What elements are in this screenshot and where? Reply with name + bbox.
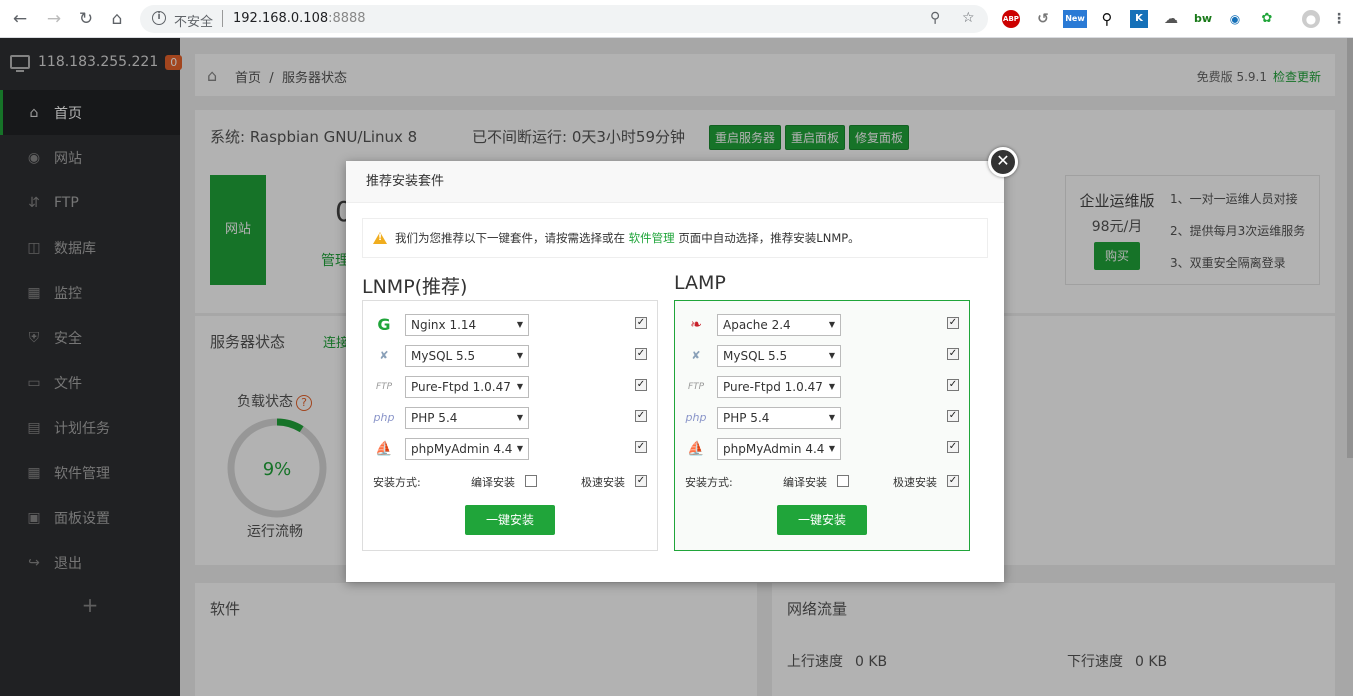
address-bar[interactable]: i 不安全 192.168.0.108:8888 ⚲ ☆ bbox=[140, 5, 988, 33]
phpmyadmin-icon: ⛵ bbox=[687, 441, 705, 457]
lamp-row-phpmyadmin: ⛵ phpMyAdmin 4.4 ▼ ✓ bbox=[685, 438, 961, 460]
nginx-icon: G bbox=[377, 315, 391, 334]
notice-text-after: 页面中自动选择，推荐安装LNMP。 bbox=[678, 231, 860, 245]
apache-version-select[interactable]: Apache 2.4 ▼ bbox=[717, 314, 841, 336]
install-suite-dialog: 推荐安装套件 ! 我们为您推荐以下一键套件，请按需选择或在 软件管理 页面中自动选… bbox=[346, 161, 1004, 582]
home-icon[interactable]: ⌂ bbox=[107, 9, 127, 29]
lamp-panel[interactable]: ❧ Apache 2.4 ▼ ✓ ✘ MySQL 5.5 ▼ ✓ FTP Pure-… bbox=[674, 300, 970, 551]
mysql-checkbox[interactable]: ✓ bbox=[947, 348, 959, 360]
php-icon: php bbox=[373, 411, 395, 424]
key-icon[interactable]: ⚲ bbox=[930, 10, 940, 26]
fast-install-label: 极速安装 bbox=[581, 476, 625, 489]
ftp-checkbox[interactable]: ✓ bbox=[635, 379, 647, 391]
lnmp-row-web: G Nginx 1.14 ▼ ✓ bbox=[373, 314, 649, 336]
install-mode-label: 安装方式: bbox=[373, 476, 421, 489]
translate-icon[interactable]: ◉ bbox=[1226, 10, 1244, 28]
dialog-title: 推荐安装套件 bbox=[346, 161, 1004, 203]
fast-install-checkbox[interactable]: ✓ bbox=[947, 475, 959, 487]
php-icon: php bbox=[685, 411, 707, 424]
lamp-row-mysql: ✘ MySQL 5.5 ▼ ✓ bbox=[685, 345, 961, 367]
forward-arrow-icon[interactable]: → bbox=[44, 9, 64, 29]
news-extension-icon[interactable]: New bbox=[1063, 10, 1087, 28]
install-mode: 安装方式: 编译安装 极速安装 ✓ bbox=[373, 474, 649, 490]
mysql-version-select[interactable]: MySQL 5.5 ▼ bbox=[717, 345, 841, 367]
notice-text-before: 我们为您推荐以下一键套件，请按需选择或在 bbox=[395, 231, 625, 245]
apache-icon: ❧ bbox=[690, 317, 702, 333]
search-icon[interactable]: ⚲ bbox=[1098, 10, 1116, 28]
evernote-icon[interactable]: ✿ bbox=[1258, 10, 1276, 28]
ftp-version-select[interactable]: Pure-Ftpd 1.0.47 ▼ bbox=[405, 376, 529, 398]
nginx-checkbox[interactable]: ✓ bbox=[635, 317, 647, 329]
fast-install-checkbox[interactable]: ✓ bbox=[635, 475, 647, 487]
lnmp-row-mysql: ✘ MySQL 5.5 ▼ ✓ bbox=[373, 345, 649, 367]
cloud-icon[interactable]: ☁ bbox=[1162, 10, 1180, 28]
phpmyadmin-checkbox[interactable]: ✓ bbox=[635, 441, 647, 453]
lamp-row-web: ❧ Apache 2.4 ▼ ✓ bbox=[685, 314, 961, 336]
divider bbox=[222, 10, 223, 27]
close-dialog-icon[interactable]: ✕ bbox=[988, 147, 1018, 177]
nginx-version-select[interactable]: Nginx 1.14 ▼ bbox=[405, 314, 529, 336]
software-manage-link[interactable]: 软件管理 bbox=[629, 231, 675, 245]
lnmp-install-button[interactable]: 一键安装 bbox=[465, 505, 555, 535]
lnmp-row-php: php PHP 5.4 ▼ ✓ bbox=[373, 407, 649, 429]
phpmyadmin-version-select[interactable]: phpMyAdmin 4.4 ▼ bbox=[405, 438, 529, 460]
ftp-checkbox[interactable]: ✓ bbox=[947, 379, 959, 391]
profile-avatar-icon[interactable]: ● bbox=[1302, 10, 1320, 28]
lnmp-title: LNMP(推荐) bbox=[362, 276, 468, 298]
recommend-notice: ! 我们为您推荐以下一键套件，请按需选择或在 软件管理 页面中自动选择，推荐安装L… bbox=[362, 218, 988, 258]
lnmp-row-ftp: FTP Pure-Ftpd 1.0.47 ▼ ✓ bbox=[373, 376, 649, 398]
star-icon[interactable]: ☆ bbox=[962, 10, 975, 26]
mysql-checkbox[interactable]: ✓ bbox=[635, 348, 647, 360]
install-mode: 安装方式: 编译安装 极速安装 ✓ bbox=[685, 474, 961, 490]
compile-install-checkbox[interactable] bbox=[837, 475, 849, 487]
ftp-version-select[interactable]: Pure-Ftpd 1.0.47 ▼ bbox=[717, 376, 841, 398]
info-icon[interactable]: i bbox=[152, 11, 166, 25]
compile-install-checkbox[interactable] bbox=[525, 475, 537, 487]
lnmp-row-phpmyadmin: ⛵ phpMyAdmin 4.4 ▼ ✓ bbox=[373, 438, 649, 460]
history-icon[interactable]: ↺ bbox=[1034, 10, 1052, 28]
phpmyadmin-icon: ⛵ bbox=[375, 441, 393, 457]
php-version-select[interactable]: PHP 5.4 ▼ bbox=[405, 407, 529, 429]
lamp-row-php: php PHP 5.4 ▼ ✓ bbox=[685, 407, 961, 429]
mysql-icon: ✘ bbox=[379, 349, 389, 362]
compile-install-label: 编译安装 bbox=[783, 476, 827, 489]
ftp-icon: FTP bbox=[375, 382, 393, 392]
phpmyadmin-version-select[interactable]: phpMyAdmin 4.4 ▼ bbox=[717, 438, 841, 460]
warning-icon: ! bbox=[373, 232, 387, 244]
menu-dots-icon[interactable]: ⋮ bbox=[1330, 10, 1348, 28]
lamp-row-ftp: FTP Pure-Ftpd 1.0.47 ▼ ✓ bbox=[685, 376, 961, 398]
url-text[interactable]: 192.168.0.108:8888 bbox=[233, 11, 366, 26]
fast-install-label: 极速安装 bbox=[893, 476, 937, 489]
compile-install-label: 编译安装 bbox=[471, 476, 515, 489]
back-arrow-icon[interactable]: ← bbox=[10, 9, 30, 29]
browser-toolbar: ← → ↻ ⌂ i 不安全 192.168.0.108:8888 ⚲ ☆ ABP… bbox=[0, 0, 1353, 38]
lnmp-panel[interactable]: G Nginx 1.14 ▼ ✓ ✘ MySQL 5.5 ▼ ✓ FTP Pure-… bbox=[362, 300, 658, 551]
install-mode-label: 安装方式: bbox=[685, 476, 733, 489]
php-version-select[interactable]: PHP 5.4 ▼ bbox=[717, 407, 841, 429]
adblock-icon[interactable]: ABP bbox=[1002, 10, 1020, 28]
lamp-install-button[interactable]: 一键安装 bbox=[777, 505, 867, 535]
ftp-icon: FTP bbox=[687, 382, 705, 392]
phpmyadmin-checkbox[interactable]: ✓ bbox=[947, 441, 959, 453]
bw-extension-icon[interactable]: bw bbox=[1194, 10, 1212, 28]
insecure-label: 不安全 bbox=[174, 15, 214, 30]
apache-checkbox[interactable]: ✓ bbox=[947, 317, 959, 329]
mysql-version-select[interactable]: MySQL 5.5 ▼ bbox=[405, 345, 529, 367]
k-extension-icon[interactable]: K bbox=[1130, 10, 1148, 28]
reload-icon[interactable]: ↻ bbox=[76, 9, 96, 29]
php-checkbox[interactable]: ✓ bbox=[635, 410, 647, 422]
lamp-title: LAMP bbox=[674, 272, 726, 294]
mysql-icon: ✘ bbox=[691, 349, 701, 362]
php-checkbox[interactable]: ✓ bbox=[947, 410, 959, 422]
